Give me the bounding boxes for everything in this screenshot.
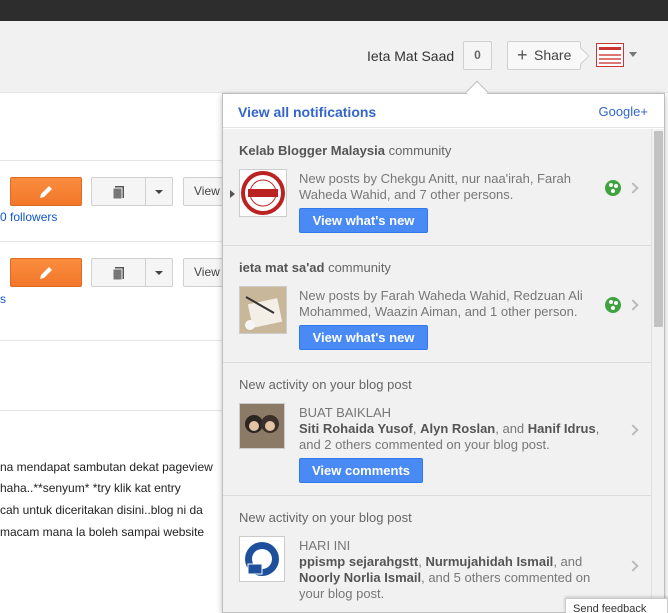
send-feedback-button[interactable]: Send feedback	[565, 598, 668, 613]
commenter-names-continued: Noorly Norlia Ismail, and 5 others comme…	[299, 570, 591, 601]
community-thumbnail	[239, 169, 287, 217]
notification-title: ieta mat sa'ad community	[239, 260, 391, 275]
profile-avatar[interactable]	[596, 43, 624, 67]
notification-text: BUAT BAIKLAH Siti Rohaida Yusof, Alyn Ro…	[299, 405, 609, 453]
posts-dropdown-button[interactable]	[145, 258, 173, 287]
notification-count-button[interactable]: 0	[463, 41, 492, 70]
chevron-right-icon[interactable]	[627, 560, 639, 572]
posts-dropdown-button[interactable]	[145, 177, 173, 206]
view-whats-new-button[interactable]: View what's new	[299, 325, 428, 350]
blog-post-title: HARI INI	[299, 538, 351, 553]
panel-scrollbar[interactable]	[651, 129, 664, 612]
notifications-panel: View all notifications Google+ Kelab Blo…	[222, 93, 665, 613]
share-button[interactable]: + Share	[507, 41, 581, 70]
blog-text-line: haha..**senyum* *try klik kat entry	[0, 481, 181, 495]
posts-button[interactable]	[91, 258, 146, 287]
share-label: Share	[534, 47, 572, 63]
top-bar	[0, 0, 668, 21]
blog-text-line: na mendapat sambutan dekat pageview	[0, 460, 213, 474]
avatar-image-pattern	[599, 53, 621, 64]
view-all-notifications-link[interactable]: View all notifications	[238, 104, 376, 120]
divider	[0, 241, 222, 242]
view-whats-new-button[interactable]: View what's new	[299, 208, 428, 233]
header-bar: Ieta Mat Saad 0 + Share	[0, 21, 668, 93]
chevron-right-icon[interactable]	[627, 182, 639, 194]
scrollbar-thumb[interactable]	[654, 131, 663, 327]
commenter-names: Siti Rohaida Yusof, Alyn Roslan, and Han…	[299, 421, 600, 436]
notification-text: HARI INI ppismp sejarahgstt, Nurmujahida…	[299, 538, 609, 602]
notification-title: New activity on your blog post	[239, 377, 412, 392]
notification-item[interactable]: New activity on your blog post HARI INI …	[223, 496, 651, 612]
notification-item[interactable]: ieta mat sa'ad community New posts by Fa…	[223, 246, 651, 363]
google-plus-link[interactable]: Google+	[598, 104, 648, 119]
document-icon	[112, 267, 124, 281]
notification-text: New posts by Chekgu Anitt, nur naa'irah,…	[299, 171, 572, 202]
followers-link[interactable]: 0 followers	[0, 210, 57, 224]
divider	[0, 340, 222, 341]
notification-text: New posts by Farah Waheda Wahid, Redzuan…	[299, 288, 583, 319]
chevron-right-icon[interactable]	[627, 299, 639, 311]
commenter-thumbnail	[239, 403, 285, 449]
notification-item[interactable]: New activity on your blog post BUAT BAIK…	[223, 363, 651, 496]
chevron-down-icon[interactable]	[629, 52, 637, 57]
user-name-link[interactable]: Ieta Mat Saad	[367, 48, 454, 64]
community-thumbnail	[239, 286, 287, 334]
notification-title: Kelab Blogger Malaysia community	[239, 143, 452, 158]
ppismp-logo-icon	[240, 537, 284, 581]
notification-item[interactable]: Kelab Blogger Malaysia community New pos…	[223, 129, 651, 246]
new-post-button[interactable]	[10, 258, 82, 287]
divider	[0, 160, 222, 161]
new-post-button[interactable]	[10, 177, 82, 206]
blog-post-title: BUAT BAIKLAH	[299, 405, 391, 420]
posts-button[interactable]	[91, 177, 146, 206]
caret-right-icon	[230, 190, 235, 198]
notification-title: New activity on your blog post	[239, 510, 412, 525]
community-globe-icon	[605, 180, 621, 196]
chevron-right-icon[interactable]	[627, 424, 639, 436]
blog-text-line: macam mana la boleh sampai website	[0, 525, 205, 539]
plus-icon: +	[517, 45, 528, 65]
kelab-blogger-logo-icon	[241, 171, 285, 215]
panel-header: View all notifications Google+	[223, 94, 664, 128]
comment-summary: and 2 others commented on your blog post…	[299, 437, 550, 452]
notification-list: Kelab Blogger Malaysia community New pos…	[223, 129, 651, 612]
pencil-icon	[40, 186, 52, 198]
profile-photo-icon	[240, 404, 284, 448]
commenter-names: ppismp sejarahgstt, Nurmujahidah Ismail,…	[299, 554, 583, 569]
document-icon	[112, 186, 124, 200]
commenter-thumbnail	[239, 536, 285, 582]
divider	[0, 410, 222, 411]
avatar-image-stripe	[599, 47, 621, 50]
pencil-icon	[40, 267, 52, 279]
community-globe-icon	[605, 297, 621, 313]
notebook-photo-icon	[240, 287, 286, 333]
view-comments-button[interactable]: View comments	[299, 458, 423, 483]
blog-text-line: cah untuk diceritakan disini..blog ni da	[0, 503, 203, 517]
followers-link[interactable]: s	[0, 292, 6, 306]
